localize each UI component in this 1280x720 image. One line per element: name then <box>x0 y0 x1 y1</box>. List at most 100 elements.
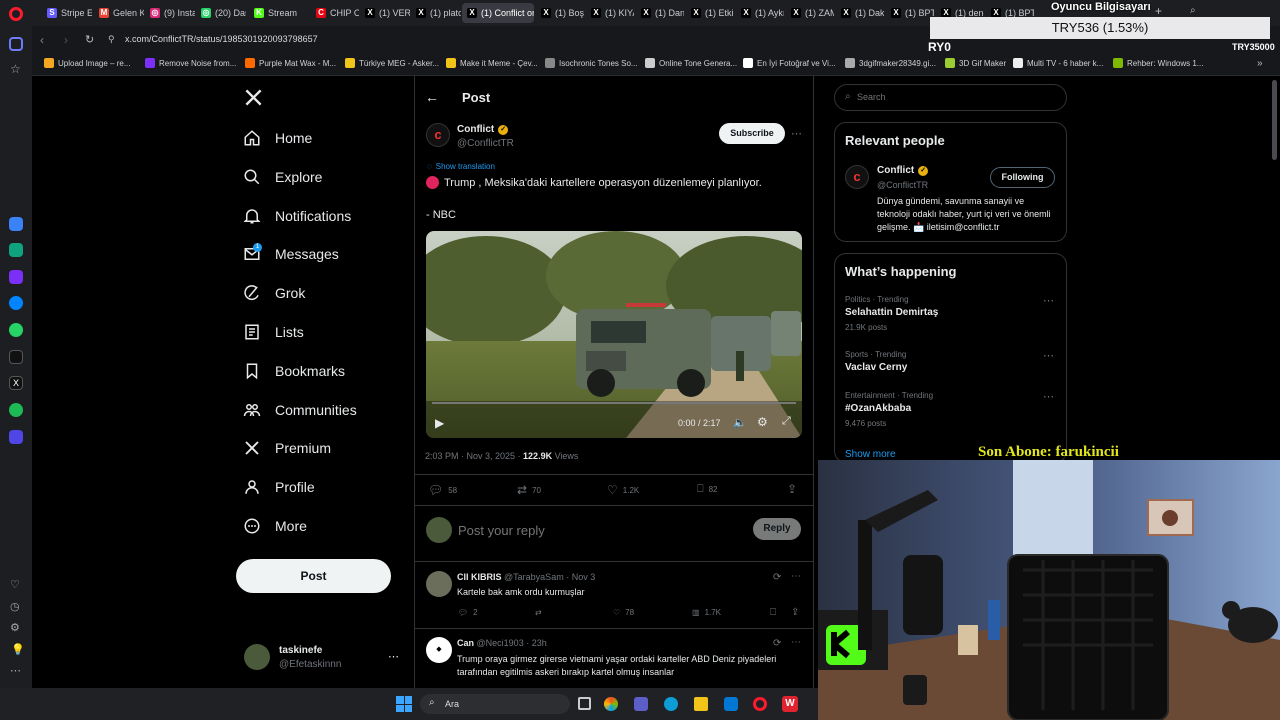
bookmarks-overflow-icon[interactable]: » <box>1257 58 1263 69</box>
trend-menu-icon[interactable]: ⋯ <box>1043 349 1054 362</box>
browser-tab[interactable]: X (1) KIYA <box>586 3 634 23</box>
bookmark-item[interactable]: Multi TV - 6 haber k... <box>1013 58 1103 68</box>
bookmark-label[interactable]: Purple Mat Wax - M... <box>259 59 336 68</box>
bookmark-label[interactable]: Remove Noise from... <box>159 59 236 68</box>
tab-label[interactable]: (1) Dakti <box>855 8 884 18</box>
store-icon[interactable] <box>724 697 738 711</box>
bookmark-item[interactable]: Isochronic Tones So... <box>545 58 638 68</box>
search-icon[interactable] <box>243 168 261 186</box>
account-menu-icon[interactable]: ⋯ <box>388 650 399 663</box>
bookmark-post-icon[interactable]: ⎕ <box>697 483 704 496</box>
bookmark-item[interactable]: 3D Gif Maker <box>945 58 1006 68</box>
browser-tab[interactable]: X (1) Conflict on <box>462 3 534 23</box>
tiktok-icon[interactable] <box>9 350 23 364</box>
fullscreen-icon[interactable]: ⤢ <box>782 415 791 428</box>
browser-tab[interactable]: X (1) plato <box>411 3 461 23</box>
tab-label[interactable]: Gelen Ku <box>113 8 144 18</box>
nav-item-explore[interactable]: Explore <box>243 162 322 192</box>
bookmark-item[interactable]: Remove Noise from... <box>145 58 236 68</box>
person-name[interactable]: Conflict <box>877 165 914 176</box>
taskbar-search-label[interactable]: Ara <box>445 699 459 709</box>
video-player[interactable] <box>426 231 802 438</box>
browser-tab[interactable]: X (1) Etkili <box>686 3 734 23</box>
nav-item-label[interactable]: Premium <box>275 440 331 456</box>
page-scrollbar[interactable] <box>1272 80 1277 160</box>
taskbar-search-box[interactable] <box>420 694 570 714</box>
volume-icon[interactable]: 🔈 <box>733 416 747 429</box>
nav-item-label[interactable]: Communities <box>275 402 357 418</box>
more-sidebar-icon[interactable]: ⋯ <box>10 664 21 677</box>
tab-label[interactable]: (1) Danış <box>655 8 684 18</box>
bookmark-item[interactable]: 3dgifmaker28349.gi... <box>845 58 936 68</box>
bookmark-label[interactable]: Online Tone Genera... <box>659 59 737 68</box>
url-field[interactable]: x.com/ConflictTR/status/1985301920093798… <box>125 34 318 44</box>
bookmark-item[interactable]: En İyi Fotoğraf ve Vi... <box>743 58 836 68</box>
play-icon[interactable]: ▶ <box>435 416 444 430</box>
edge-icon[interactable] <box>664 697 678 711</box>
reply-repost-action[interactable]: ⇄ <box>535 608 542 617</box>
new-tab-icon[interactable]: + <box>1155 4 1162 18</box>
cs-icon[interactable] <box>9 270 23 284</box>
browser-tab[interactable]: M Gelen Ku <box>94 3 144 23</box>
bookmark-label[interactable]: Rehber: Windows 1... <box>1127 59 1203 68</box>
person-icon[interactable] <box>243 478 261 496</box>
list-icon[interactable] <box>243 323 261 341</box>
search-input[interactable] <box>857 89 1047 105</box>
x-icon[interactable] <box>243 439 261 457</box>
bookmark-label[interactable]: Türkiye MEG - Asker... <box>359 59 439 68</box>
browser-tab[interactable]: X (1) ZAM <box>786 3 834 23</box>
nav-item-label[interactable]: Explore <box>275 169 322 185</box>
nav-item-grok[interactable]: Grok <box>243 278 305 308</box>
tab-label[interactable]: Stripe Ex <box>61 8 92 18</box>
author-handle[interactable]: @ConflictTR <box>457 138 514 149</box>
tab-label[interactable]: (9) Insta <box>164 8 195 18</box>
bookmark-item[interactable]: Upload Image – re... <box>44 58 130 68</box>
reply-menu-icon[interactable]: ⋯ <box>791 571 801 582</box>
browser-tab[interactable]: X (1) Danış <box>636 3 684 23</box>
tab-label[interactable]: (20) Das <box>215 8 246 18</box>
trend-name[interactable]: #OzanAkbaba <box>845 403 911 414</box>
trend-menu-icon[interactable]: ⋯ <box>1043 390 1054 403</box>
messenger-icon[interactable] <box>9 296 23 310</box>
nav-item-label[interactable]: Grok <box>275 285 305 301</box>
task-view-icon[interactable] <box>578 697 591 710</box>
trend-name[interactable]: Selahattin Demirtaş <box>845 307 938 318</box>
bookmark-item[interactable]: Online Tone Genera... <box>645 58 737 68</box>
bookmark-item[interactable]: Türkiye MEG - Asker... <box>345 58 439 68</box>
share-icon[interactable]: ⇪ <box>791 607 799 618</box>
tab-label[interactable]: (1) KIYA <box>605 8 634 18</box>
nav-item-more[interactable]: More <box>243 511 307 541</box>
nav-item-bookmarks[interactable]: Bookmarks <box>243 356 345 386</box>
heart-like-icon[interactable]: ♡ <box>607 483 618 497</box>
reply-like-action[interactable]: ♡ 78 <box>613 608 634 617</box>
person-avatar[interactable]: c <box>845 165 869 189</box>
grok-reply-icon[interactable]: ⟳ <box>773 638 781 649</box>
reply-author[interactable]: Cll KIBRIS <box>457 572 502 582</box>
aria-icon[interactable] <box>9 217 23 231</box>
browser-tab[interactable]: C CHIP On <box>311 3 359 23</box>
bookmark-item[interactable]: Purple Mat Wax - M... <box>245 58 336 68</box>
nav-item-premium[interactable]: Premium <box>243 433 331 463</box>
tab-label[interactable]: (1) Etkili <box>705 8 734 18</box>
reply-button[interactable]: Reply <box>753 518 801 540</box>
nav-item-notifications[interactable]: Notifications <box>243 201 351 231</box>
person-name-row[interactable]: Conflict ✓ <box>877 165 929 176</box>
nav-item-communities[interactable]: Communities <box>243 395 357 425</box>
history-icon[interactable]: ◷ <box>10 600 20 613</box>
nav-item-label[interactable]: Messages <box>275 246 339 262</box>
tab-label[interactable]: (1) plato <box>430 8 461 18</box>
reply-action[interactable]: 💬︎ 58 <box>428 483 457 497</box>
bell-icon[interactable] <box>243 207 261 225</box>
opera-taskbar-icon[interactable] <box>753 697 767 711</box>
file-explorer-icon[interactable] <box>694 697 708 711</box>
reply-menu-icon[interactable]: ⋯ <box>791 637 801 648</box>
post-menu-icon[interactable]: ⋯ <box>791 127 802 140</box>
tips-icon[interactable]: 💡 <box>11 643 25 656</box>
bookmark-label[interactable]: Multi TV - 6 haber k... <box>1027 59 1103 68</box>
share-icon[interactable]: ⇪ <box>787 482 797 496</box>
account-name[interactable]: taskinefe <box>279 645 322 656</box>
reply-input[interactable] <box>458 520 738 540</box>
nav-item-lists[interactable]: Lists <box>243 317 304 347</box>
wps-icon[interactable]: W <box>782 696 798 712</box>
x-sidebar-icon[interactable]: X <box>9 376 23 390</box>
